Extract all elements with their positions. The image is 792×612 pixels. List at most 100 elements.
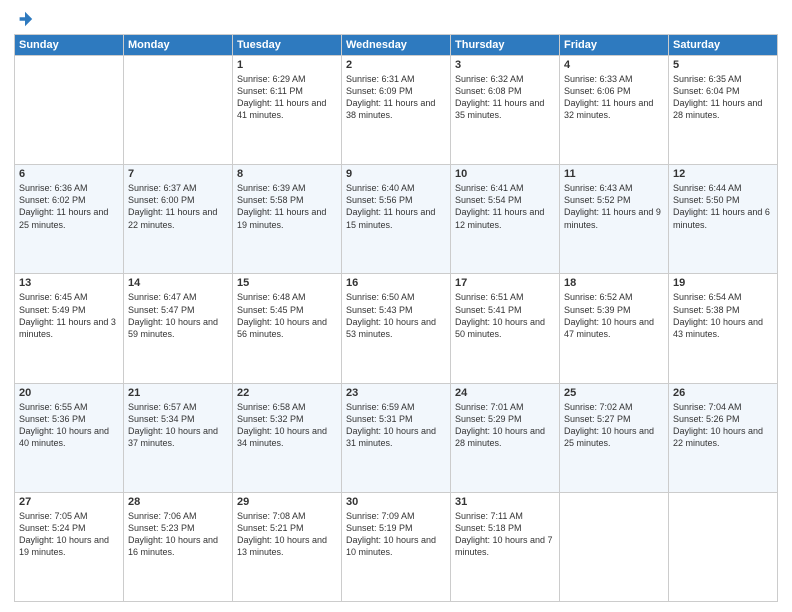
day-number: 9: [346, 168, 446, 180]
day-cell: 19 Sunrise: 6:54 AM Sunset: 5:38 PM Dayl…: [669, 274, 778, 383]
day-info: Sunrise: 6:32 AM Sunset: 6:08 PM Dayligh…: [455, 73, 555, 122]
day-number: 29: [237, 496, 337, 508]
day-number: 12: [673, 168, 773, 180]
sunrise-text: Sunrise: 6:47 AM: [128, 292, 197, 302]
sunrise-text: Sunrise: 7:11 AM: [455, 511, 523, 521]
sunrise-text: Sunrise: 7:04 AM: [673, 402, 742, 412]
daylight-text: Daylight: 11 hours and 12 minutes.: [455, 207, 544, 229]
day-cell: 21 Sunrise: 6:57 AM Sunset: 5:34 PM Dayl…: [124, 383, 233, 492]
sunrise-text: Sunrise: 6:44 AM: [673, 183, 742, 193]
day-info: Sunrise: 6:55 AM Sunset: 5:36 PM Dayligh…: [19, 401, 119, 450]
col-wednesday: Wednesday: [342, 35, 451, 56]
daylight-text: Daylight: 10 hours and 59 minutes.: [128, 317, 218, 339]
day-cell: 13 Sunrise: 6:45 AM Sunset: 5:49 PM Dayl…: [15, 274, 124, 383]
page: Sunday Monday Tuesday Wednesday Thursday…: [0, 0, 792, 612]
sunset-text: Sunset: 5:24 PM: [19, 523, 86, 533]
sunset-text: Sunset: 5:49 PM: [19, 305, 86, 315]
sunrise-text: Sunrise: 6:58 AM: [237, 402, 306, 412]
day-info: Sunrise: 6:57 AM Sunset: 5:34 PM Dayligh…: [128, 401, 228, 450]
day-number: 5: [673, 59, 773, 71]
day-number: 2: [346, 59, 446, 71]
day-cell: 16 Sunrise: 6:50 AM Sunset: 5:43 PM Dayl…: [342, 274, 451, 383]
day-number: 24: [455, 387, 555, 399]
day-cell: 11 Sunrise: 6:43 AM Sunset: 5:52 PM Dayl…: [560, 165, 669, 274]
day-cell: 24 Sunrise: 7:01 AM Sunset: 5:29 PM Dayl…: [451, 383, 560, 492]
sunrise-text: Sunrise: 6:52 AM: [564, 292, 633, 302]
sunrise-text: Sunrise: 6:32 AM: [455, 74, 524, 84]
day-cell: [669, 492, 778, 601]
daylight-text: Daylight: 11 hours and 6 minutes.: [673, 207, 770, 229]
day-cell: [124, 56, 233, 165]
sunrise-text: Sunrise: 6:59 AM: [346, 402, 415, 412]
sunrise-text: Sunrise: 6:40 AM: [346, 183, 415, 193]
sunrise-text: Sunrise: 6:31 AM: [346, 74, 415, 84]
sunset-text: Sunset: 5:21 PM: [237, 523, 304, 533]
day-number: 8: [237, 168, 337, 180]
daylight-text: Daylight: 11 hours and 9 minutes.: [564, 207, 661, 229]
sunset-text: Sunset: 6:02 PM: [19, 195, 86, 205]
sunset-text: Sunset: 5:52 PM: [564, 195, 631, 205]
day-number: 3: [455, 59, 555, 71]
day-cell: 27 Sunrise: 7:05 AM Sunset: 5:24 PM Dayl…: [15, 492, 124, 601]
logo-icon: [16, 10, 34, 28]
daylight-text: Daylight: 10 hours and 31 minutes.: [346, 426, 436, 448]
day-info: Sunrise: 7:02 AM Sunset: 5:27 PM Dayligh…: [564, 401, 664, 450]
day-cell: 7 Sunrise: 6:37 AM Sunset: 6:00 PM Dayli…: [124, 165, 233, 274]
daylight-text: Daylight: 10 hours and 43 minutes.: [673, 317, 763, 339]
sunrise-text: Sunrise: 6:57 AM: [128, 402, 197, 412]
day-number: 4: [564, 59, 664, 71]
sunset-text: Sunset: 6:11 PM: [237, 86, 303, 96]
day-number: 6: [19, 168, 119, 180]
day-cell: 25 Sunrise: 7:02 AM Sunset: 5:27 PM Dayl…: [560, 383, 669, 492]
day-number: 11: [564, 168, 664, 180]
sunset-text: Sunset: 5:18 PM: [455, 523, 522, 533]
sunrise-text: Sunrise: 6:45 AM: [19, 292, 88, 302]
week-row-3: 13 Sunrise: 6:45 AM Sunset: 5:49 PM Dayl…: [15, 274, 778, 383]
col-sunday: Sunday: [15, 35, 124, 56]
day-number: 31: [455, 496, 555, 508]
day-number: 16: [346, 277, 446, 289]
day-number: 13: [19, 277, 119, 289]
daylight-text: Daylight: 10 hours and 19 minutes.: [19, 535, 109, 557]
day-info: Sunrise: 7:08 AM Sunset: 5:21 PM Dayligh…: [237, 510, 337, 559]
sunrise-text: Sunrise: 6:43 AM: [564, 183, 633, 193]
sunrise-text: Sunrise: 6:55 AM: [19, 402, 88, 412]
week-row-2: 6 Sunrise: 6:36 AM Sunset: 6:02 PM Dayli…: [15, 165, 778, 274]
day-number: 22: [237, 387, 337, 399]
sunrise-text: Sunrise: 7:05 AM: [19, 511, 88, 521]
day-cell: 10 Sunrise: 6:41 AM Sunset: 5:54 PM Dayl…: [451, 165, 560, 274]
day-cell: 20 Sunrise: 6:55 AM Sunset: 5:36 PM Dayl…: [15, 383, 124, 492]
day-cell: 29 Sunrise: 7:08 AM Sunset: 5:21 PM Dayl…: [233, 492, 342, 601]
daylight-text: Daylight: 11 hours and 19 minutes.: [237, 207, 326, 229]
sunrise-text: Sunrise: 6:48 AM: [237, 292, 306, 302]
day-number: 17: [455, 277, 555, 289]
header: [14, 10, 778, 28]
sunset-text: Sunset: 5:34 PM: [128, 414, 195, 424]
col-saturday: Saturday: [669, 35, 778, 56]
day-number: 19: [673, 277, 773, 289]
day-number: 25: [564, 387, 664, 399]
sunset-text: Sunset: 6:04 PM: [673, 86, 740, 96]
sunset-text: Sunset: 5:41 PM: [455, 305, 522, 315]
day-info: Sunrise: 6:37 AM Sunset: 6:00 PM Dayligh…: [128, 182, 228, 231]
daylight-text: Daylight: 10 hours and 47 minutes.: [564, 317, 654, 339]
sunset-text: Sunset: 5:23 PM: [128, 523, 195, 533]
daylight-text: Daylight: 10 hours and 28 minutes.: [455, 426, 545, 448]
day-cell: 18 Sunrise: 6:52 AM Sunset: 5:39 PM Dayl…: [560, 274, 669, 383]
daylight-text: Daylight: 10 hours and 56 minutes.: [237, 317, 327, 339]
sunset-text: Sunset: 6:00 PM: [128, 195, 195, 205]
day-cell: 12 Sunrise: 6:44 AM Sunset: 5:50 PM Dayl…: [669, 165, 778, 274]
daylight-text: Daylight: 10 hours and 7 minutes.: [455, 535, 553, 557]
sunset-text: Sunset: 6:06 PM: [564, 86, 631, 96]
day-info: Sunrise: 6:33 AM Sunset: 6:06 PM Dayligh…: [564, 73, 664, 122]
sunset-text: Sunset: 5:39 PM: [564, 305, 631, 315]
sunset-text: Sunset: 5:19 PM: [346, 523, 413, 533]
col-monday: Monday: [124, 35, 233, 56]
day-number: 21: [128, 387, 228, 399]
day-info: Sunrise: 7:04 AM Sunset: 5:26 PM Dayligh…: [673, 401, 773, 450]
day-cell: 23 Sunrise: 6:59 AM Sunset: 5:31 PM Dayl…: [342, 383, 451, 492]
day-info: Sunrise: 6:36 AM Sunset: 6:02 PM Dayligh…: [19, 182, 119, 231]
day-info: Sunrise: 6:40 AM Sunset: 5:56 PM Dayligh…: [346, 182, 446, 231]
sunrise-text: Sunrise: 7:02 AM: [564, 402, 633, 412]
day-cell: 6 Sunrise: 6:36 AM Sunset: 6:02 PM Dayli…: [15, 165, 124, 274]
